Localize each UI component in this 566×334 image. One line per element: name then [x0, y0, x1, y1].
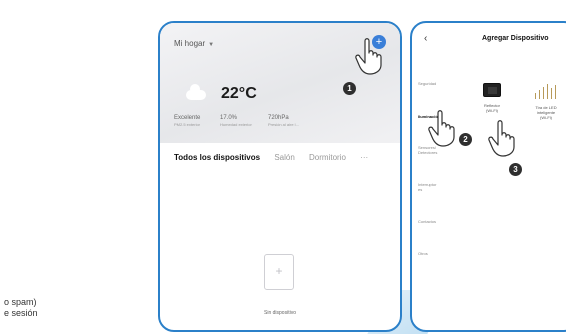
back-icon[interactable]: ‹: [424, 33, 427, 44]
home-selector-label: Mi hogar: [174, 39, 206, 48]
product-led-strip[interactable]: Tira de LED inteligente (Wi-Fi): [524, 83, 566, 120]
add-device-screen: ‹ Agregar Dispositivo Seguridad Iluminac…: [410, 21, 566, 332]
stat-value: Excelente: [174, 115, 201, 121]
tab-living-room[interactable]: Salón: [274, 153, 294, 162]
stat-humidity: 17.0% Humedad exterior: [220, 115, 252, 127]
more-tabs-icon[interactable]: ···: [360, 153, 368, 162]
step-badge-2: 2: [459, 133, 472, 146]
category-others[interactable]: Otros: [418, 251, 458, 256]
cropped-text-line-1: o spam): [4, 297, 37, 307]
floodlight-icon: [483, 83, 501, 97]
category-switches[interactable]: Interruptor es: [418, 182, 458, 192]
pointing-hand-icon: [488, 120, 515, 157]
cloud-icon: [186, 84, 206, 100]
step-badge-1: 1: [343, 82, 356, 95]
tab-bedroom[interactable]: Dormitorio: [309, 153, 346, 162]
led-strip-icon: [533, 83, 559, 99]
step-badge-3: 3: [509, 163, 522, 176]
category-security[interactable]: Seguridad: [418, 81, 458, 86]
stat-label: Humedad exterior: [220, 122, 252, 127]
stat-pressure: 720hPa Presión al aire l...: [268, 115, 299, 127]
product-label: Reflector (Wi-Fi): [483, 103, 500, 113]
stat-label: PM2.5 exterior: [174, 122, 201, 127]
stat-air-quality: Excelente PM2.5 exterior: [174, 115, 200, 127]
stat-value: 17.0%: [220, 115, 238, 121]
empty-state-text: Sin dispositivo: [264, 310, 296, 316]
tab-all-devices[interactable]: Todos los dispositivos: [174, 153, 260, 162]
temperature-value: 22°C: [221, 85, 257, 102]
category-contacts[interactable]: Contactos: [418, 219, 458, 224]
empty-device-icon: [264, 254, 294, 290]
page-title: Agregar Dispositivo: [482, 35, 549, 42]
chevron-down-icon: ▼: [208, 42, 215, 48]
product-floodlight[interactable]: Reflector (Wi-Fi): [470, 83, 514, 113]
stat-value: 720hPa: [268, 115, 289, 121]
room-tabs: Todos los dispositivos Salón Dormitorio …: [174, 153, 390, 167]
category-sidebar: Seguridad Iluminación Sensores/ Detector…: [412, 57, 462, 330]
cropped-text-line-2: e sesión: [4, 308, 38, 318]
product-label: Tira de LED inteligente (Wi-Fi): [535, 105, 557, 120]
stat-label: Presión al aire l...: [268, 122, 299, 127]
pointing-hand-icon: [355, 38, 382, 75]
pointing-hand-icon: [428, 110, 455, 147]
home-selector[interactable]: Mi hogar ▼: [174, 39, 214, 48]
